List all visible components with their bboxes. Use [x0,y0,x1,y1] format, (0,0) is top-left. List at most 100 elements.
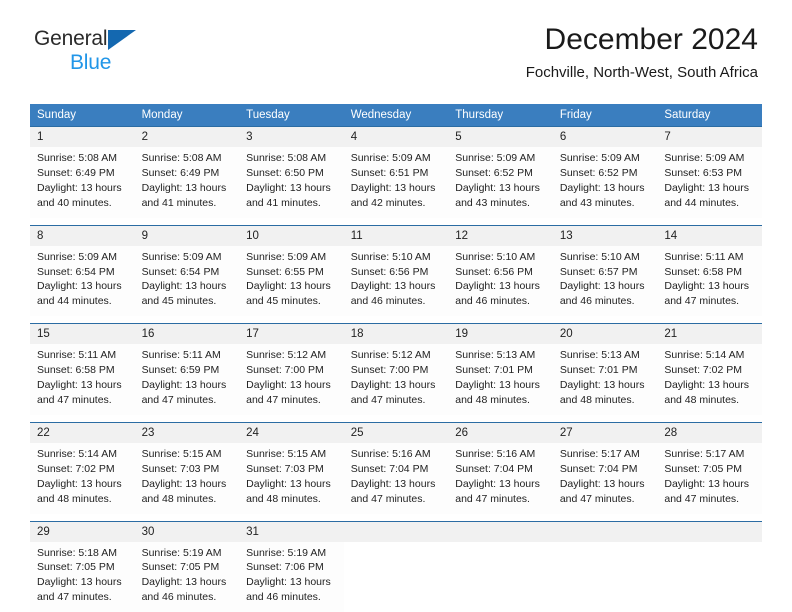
day-number-cell[interactable]: 20 [552,323,658,345]
day-sunrise-text: Sunrise: 5:18 AM [37,546,117,559]
day-number-cell[interactable]: 5 [448,126,553,147]
day-sunrise-text: Sunrise: 5:13 AM [455,349,536,362]
day-sunrise-text: Sunrise: 5:09 AM [664,152,745,164]
day-number-cell[interactable]: 15 [30,323,135,345]
day-daylight-1-text: Daylight: 13 hours [350,280,436,293]
day-sunset-text: Sunset: 6:49 PM [37,166,115,179]
day-sunrise-text: Sunrise: 5:15 AM [246,447,327,460]
day-number-cell[interactable]: 17 [239,323,344,345]
day-number-cell[interactable]: 8 [30,224,135,246]
day-sunset-text: Sunset: 7:04 PM [350,462,429,475]
day-number-cell[interactable]: 31 [239,520,344,542]
day-number-cell[interactable]: 27 [552,421,658,443]
weekday-header-tuesday: Tuesday [239,104,344,127]
day-number-cell [552,520,658,542]
day-number-cell[interactable]: 2 [134,126,240,147]
day-daylight-1-text: Daylight: 13 hours [246,576,331,589]
day-sunrise-text: Sunrise: 5:16 AM [455,447,536,460]
week-detail-row: Sunrise: 5:18 AM Sunset: 7:05 PM Daylight:… [30,541,762,612]
day-number-cell[interactable]: 23 [134,421,240,443]
day-detail-cell: Sunrise: 5:09 AM Sunset: 6:55 PM Daylight:… [239,245,344,317]
day-number-cell[interactable]: 3 [239,126,344,147]
day-number-cell[interactable]: 24 [239,421,344,443]
day-sunrise-text: Sunrise: 5:11 AM [664,250,744,263]
day-sunset-text: Sunset: 7:05 PM [141,561,220,574]
day-sunset-text: Sunset: 7:05 PM [664,462,743,475]
day-number-cell[interactable]: 10 [239,224,344,246]
day-sunrise-text: Sunrise: 5:08 AM [37,152,117,164]
day-sunrise-text: Sunrise: 5:10 AM [350,250,431,263]
day-sunset-text: Sunset: 7:01 PM [559,364,638,377]
day-number-cell[interactable]: 25 [343,421,449,443]
day-sunset-text: Sunset: 7:02 PM [664,364,743,377]
day-number-cell[interactable]: 14 [657,224,762,246]
day-sunrise-text: Sunrise: 5:09 AM [37,250,117,263]
day-detail-cell: Sunrise: 5:19 AM Sunset: 7:05 PM Daylight:… [134,541,240,612]
day-number-cell[interactable]: 29 [30,520,135,542]
day-daylight-2-text: and 41 minutes. [246,196,321,209]
day-daylight-1-text: Daylight: 13 hours [664,181,750,194]
day-number-cell[interactable]: 19 [448,323,553,345]
title-block: December 2024 Fochville, North-West, Sou… [525,23,758,82]
day-daylight-1-text: Daylight: 13 hours [141,477,227,490]
day-sunset-text: Sunset: 6:52 PM [559,166,638,179]
day-sunrise-text: Sunrise: 5:09 AM [350,152,431,164]
day-sunset-text: Sunset: 7:00 PM [350,364,429,377]
generalblue-logo[interactable]: General Blue [34,28,154,74]
logo-text-general: General [34,27,108,50]
day-number-cell[interactable]: 11 [343,224,449,246]
day-daylight-1-text: Daylight: 13 hours [246,280,331,293]
day-daylight-1-text: Daylight: 13 hours [664,379,750,392]
day-sunrise-text: Sunrise: 5:19 AM [246,546,327,559]
week-daynumber-row: 15 16 17 18 19 20 21 [30,323,762,345]
day-daylight-2-text: and 47 minutes. [141,393,217,406]
day-daylight-1-text: Daylight: 13 hours [455,379,540,392]
day-number-cell[interactable]: 13 [552,224,658,246]
week-separator [30,513,762,521]
day-number-cell[interactable]: 12 [448,224,553,246]
day-number-cell[interactable]: 6 [552,126,658,147]
day-sunset-text: Sunset: 6:57 PM [559,265,638,278]
day-detail-cell: Sunrise: 5:11 AM Sunset: 6:58 PM Daylight:… [657,245,762,317]
day-sunset-text: Sunset: 6:58 PM [664,265,743,278]
week-detail-row: Sunrise: 5:09 AM Sunset: 6:54 PM Daylight:… [30,245,762,317]
day-number-cell[interactable]: 18 [343,323,449,345]
page-subtitle: Fochville, North-West, South Africa [525,64,758,82]
day-number-cell[interactable]: 4 [343,126,449,147]
week-separator [30,316,762,324]
day-daylight-2-text: and 41 minutes. [141,196,217,209]
day-number-cell[interactable]: 30 [134,520,240,542]
day-number-cell[interactable]: 21 [657,323,762,345]
day-sunrise-text: Sunrise: 5:09 AM [559,152,640,164]
day-daylight-1-text: Daylight: 13 hours [246,181,331,194]
day-detail-cell: Sunrise: 5:19 AM Sunset: 7:06 PM Daylight:… [239,541,344,612]
day-sunrise-text: Sunrise: 5:08 AM [141,152,222,164]
logo-text-blue: Blue [70,51,112,74]
day-sunset-text: Sunset: 7:06 PM [246,561,324,574]
weekday-header-friday: Friday [552,104,658,127]
day-number-cell[interactable]: 22 [30,421,135,443]
day-number-cell[interactable]: 9 [134,224,240,246]
day-sunset-text: Sunset: 7:03 PM [141,462,220,475]
day-sunset-text: Sunset: 6:53 PM [664,166,743,179]
day-daylight-1-text: Daylight: 13 hours [559,280,645,293]
day-detail-cell: Sunrise: 5:10 AM Sunset: 6:57 PM Daylight:… [552,245,658,317]
day-number-cell[interactable]: 28 [657,421,762,443]
day-detail-cell: Sunrise: 5:09 AM Sunset: 6:52 PM Daylight:… [448,147,553,218]
day-number-cell[interactable]: 26 [448,421,553,443]
day-sunset-text: Sunset: 7:05 PM [37,561,115,574]
day-daylight-1-text: Daylight: 13 hours [664,280,750,293]
day-daylight-1-text: Daylight: 13 hours [559,181,645,194]
day-number-cell[interactable]: 7 [657,126,762,147]
day-detail-cell: Sunrise: 5:09 AM Sunset: 6:51 PM Daylight:… [343,147,449,218]
day-daylight-2-text: and 46 minutes. [141,591,217,604]
page-title: December 2024 [544,23,758,56]
day-daylight-1-text: Daylight: 13 hours [37,181,122,194]
day-number-cell[interactable]: 1 [30,126,135,147]
week-separator [30,414,762,423]
day-daylight-2-text: and 48 minutes. [664,393,740,406]
day-sunrise-text: Sunrise: 5:11 AM [37,349,117,362]
day-sunset-text: Sunset: 7:04 PM [559,462,638,475]
day-number-cell[interactable]: 16 [134,323,240,345]
day-daylight-2-text: and 46 minutes. [455,295,530,308]
